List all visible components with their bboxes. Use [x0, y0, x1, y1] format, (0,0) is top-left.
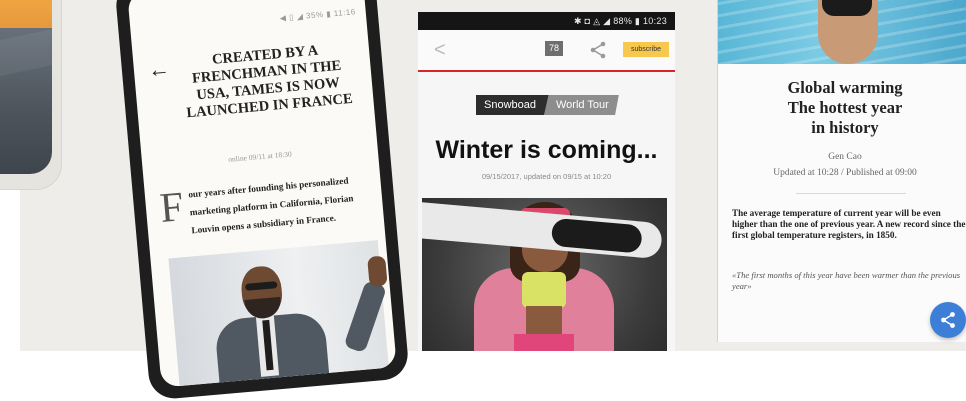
man-in-suit-image [209, 255, 388, 388]
article-lead-text: our years after founding his personalize… [187, 175, 354, 236]
tablet-screen [0, 0, 52, 174]
comment-count-badge[interactable]: 78 [545, 41, 563, 56]
article-quote: «The first months of this year have been… [732, 270, 961, 291]
tablet-device [0, 0, 62, 190]
back-chevron-icon[interactable]: < [434, 39, 446, 62]
share-icon[interactable] [588, 40, 608, 60]
article-body: F our years after founding his personali… [158, 169, 368, 241]
share-icon [941, 312, 955, 328]
road-image [0, 28, 52, 174]
article-title: Global warming The hottest year in histo… [787, 78, 903, 137]
article-updated: Updated at 10:28 / Published at 09:00 [773, 168, 917, 178]
status-text: ✱ ◘ ◬ ◢ 88% ▮ 10:23 [573, 16, 667, 26]
tag-snowboard[interactable]: Snowboad [476, 95, 550, 115]
article-meta: 09/15/2017, updated on 09/15 at 10:20 [481, 172, 612, 181]
status-bar: ✱ ◘ ◬ ◢ 88% ▮ 10:23 [418, 12, 675, 30]
article-toolbar: < 78 subscribe [418, 30, 675, 70]
subscribe-button[interactable]: subscribe [623, 42, 669, 57]
phone1-screen: ◀ ▯ ◢ 35% ▮ 11:16 ← CREATED BY A FRENCHM… [127, 0, 397, 388]
divider [796, 193, 906, 194]
article-author: Gen Cao [828, 152, 862, 162]
phone-news-article-3: Global warming The hottest year in histo… [718, 0, 966, 342]
sunset-sky-image [0, 0, 52, 28]
back-arrow-icon[interactable]: ← [147, 56, 171, 84]
tag-world-tour[interactable]: World Tour [544, 95, 619, 115]
article-lead-text: The average temperature of current year … [732, 208, 966, 240]
phone2-screen: < 78 subscribe Snowboad World Tour Winte… [418, 30, 675, 351]
share-fab-button[interactable] [930, 302, 966, 338]
article-date: online 09/11 at 18:30 [227, 149, 293, 164]
pool-photo [718, 0, 966, 64]
article-title: CREATED BY A FRENCHMAN IN THE USA, TAMES… [185, 42, 354, 122]
status-bar: ◀ ▯ ◢ 35% ▮ 11:16 [279, 7, 357, 23]
snowboarder-photo [422, 198, 667, 351]
phone-news-article-2: ✱ ◘ ◬ ◢ 88% ▮ 10:23 < 78 subscribe Snowb… [418, 12, 675, 351]
accent-divider [418, 70, 675, 72]
category-tags: Snowboad World Tour [476, 95, 619, 115]
drop-cap: F [158, 184, 186, 232]
article-headline: Winter is coming... [435, 136, 658, 164]
article-photo [168, 240, 390, 388]
phone-news-article-1: ◀ ▯ ◢ 35% ▮ 11:16 ← CREATED BY A FRENCHM… [114, 0, 410, 401]
